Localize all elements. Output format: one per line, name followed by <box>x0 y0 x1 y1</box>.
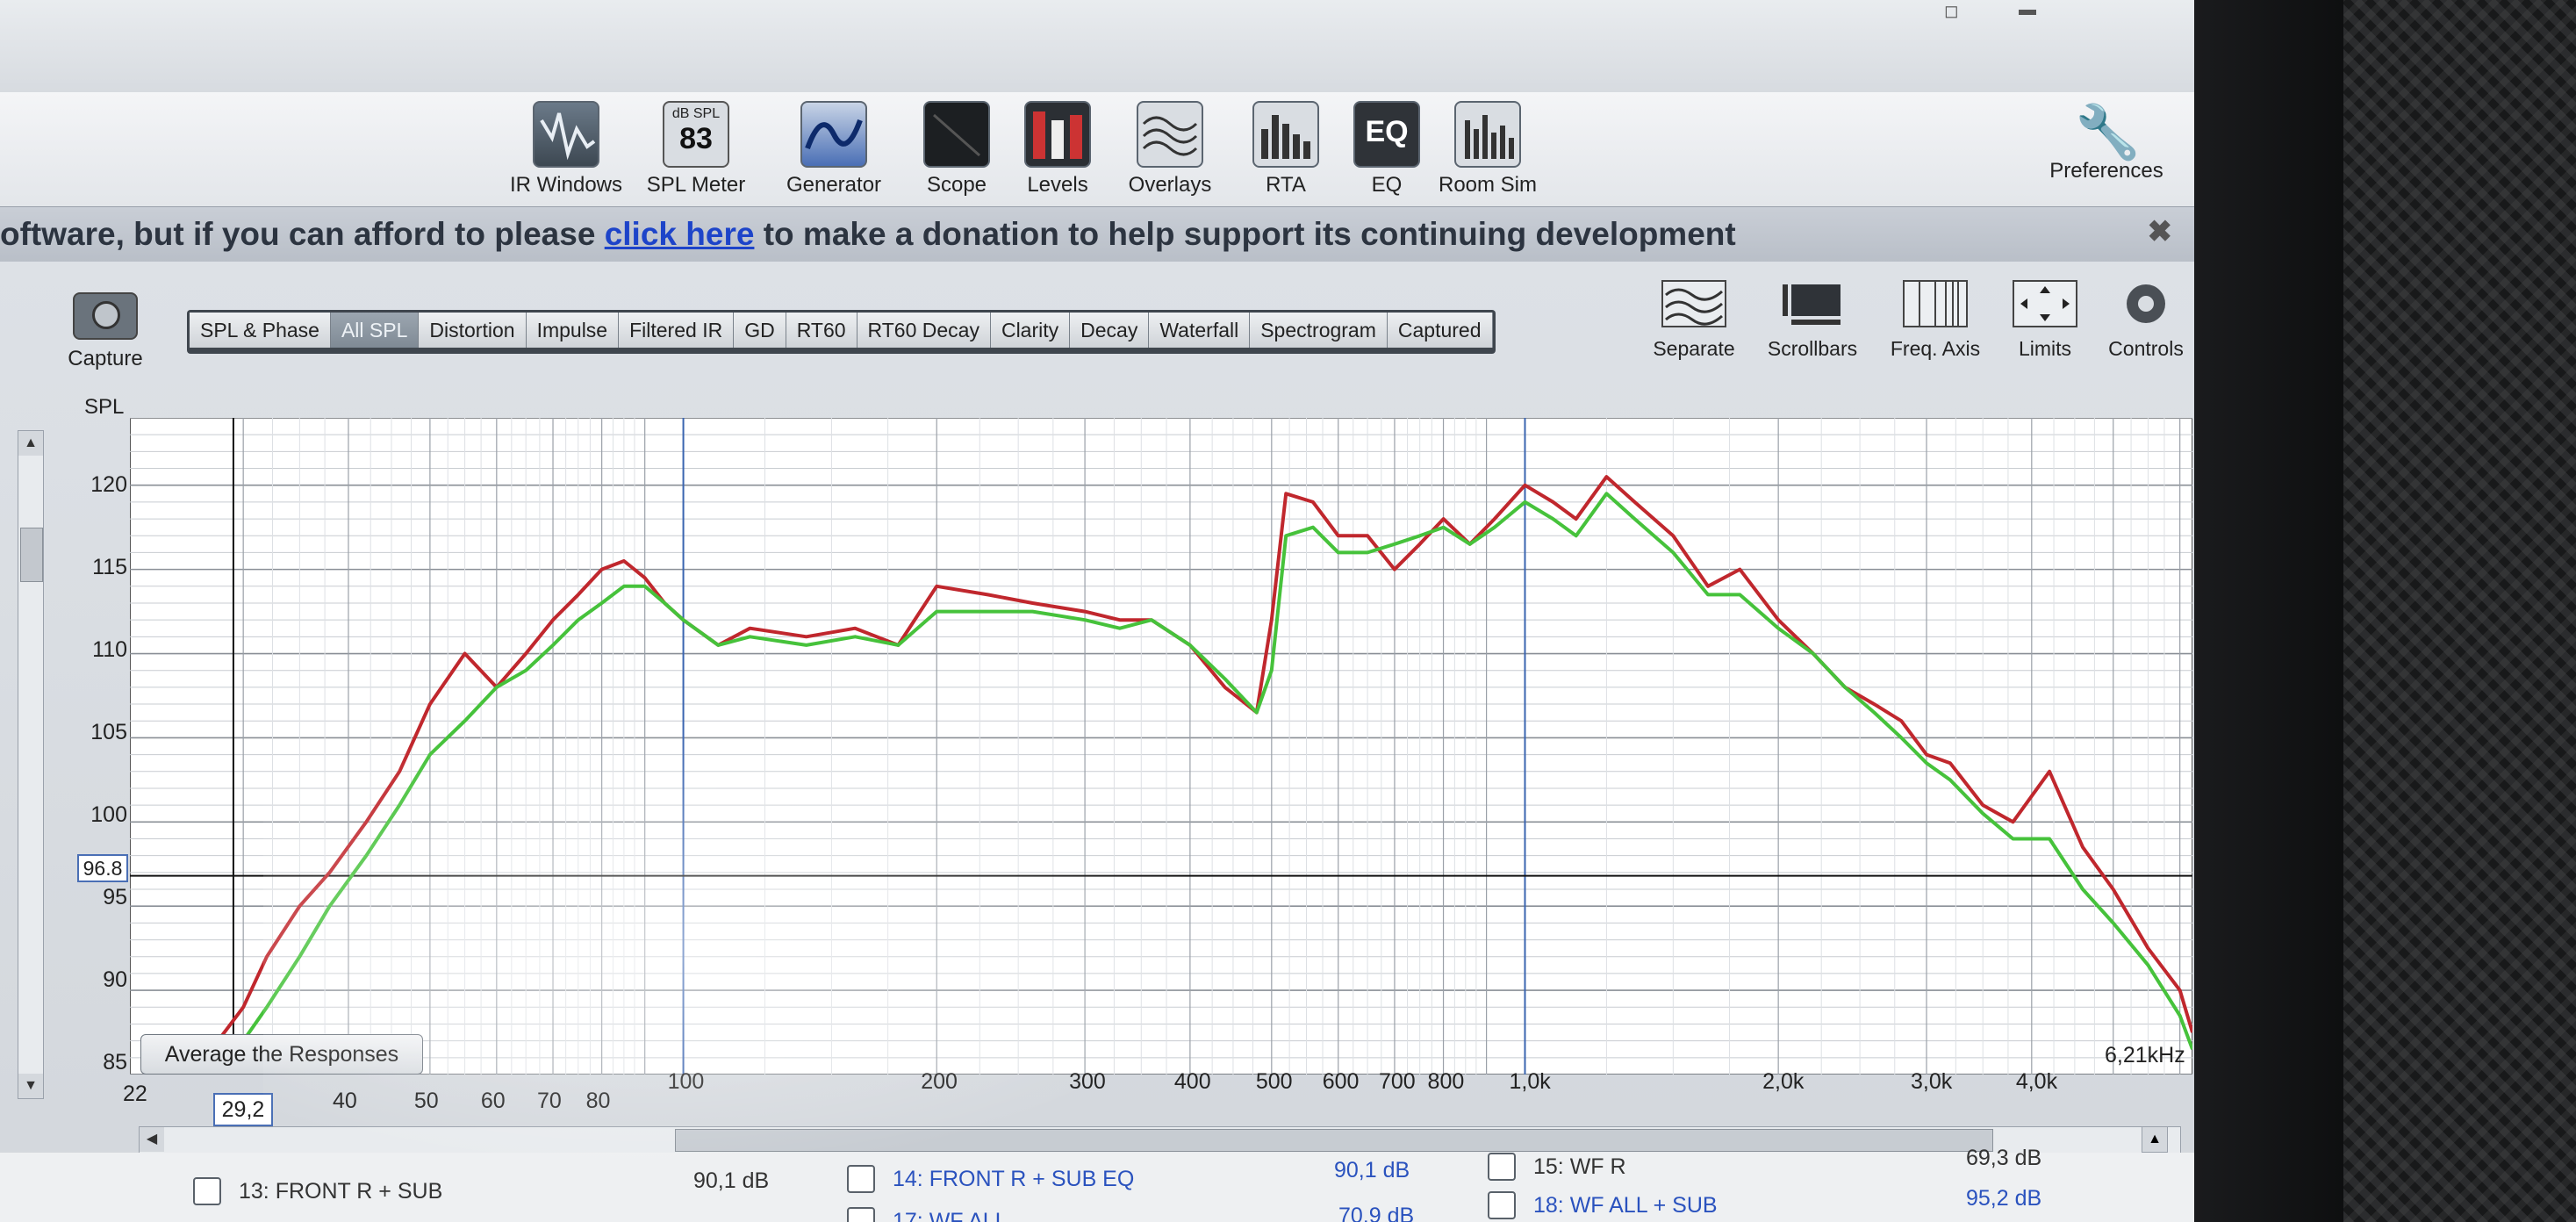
tab-decay[interactable]: Decay <box>1070 313 1150 348</box>
measurement-item[interactable]: 15: WF R <box>1488 1153 1626 1181</box>
y-tick-label: 90 <box>103 967 127 992</box>
scroll-down-icon[interactable]: ▼ <box>18 1074 43 1098</box>
measurement-checkbox[interactable] <box>1488 1153 1516 1181</box>
eq-icon: EQ <box>1353 101 1420 168</box>
levels-icon <box>1024 101 1091 168</box>
y-tick-label: 95 <box>103 885 127 909</box>
measurement-level: 90,1 dB <box>1334 1158 1410 1182</box>
freq-axis-icon <box>1902 279 1969 328</box>
close-icon[interactable]: ◻ <box>1944 0 1959 21</box>
measurement-level: 69,3 dB <box>1966 1146 2042 1170</box>
measurement-checkbox[interactable] <box>193 1177 221 1205</box>
measurement-level: 70,9 dB <box>1338 1204 1415 1222</box>
measurement-item[interactable]: 18: WF ALL + SUB <box>1488 1191 1718 1219</box>
tab-distortion[interactable]: Distortion <box>419 313 527 348</box>
measurement-checkbox[interactable] <box>847 1207 875 1222</box>
scrollbars-icon <box>1779 279 1846 328</box>
measurement-item[interactable]: 14: FRONT R + SUB EQ <box>847 1165 1134 1193</box>
ir-windows-button[interactable]: IR Windows <box>509 101 623 198</box>
x-cursor-value: 29,2 <box>213 1093 273 1126</box>
y-tick-label: 105 <box>90 720 127 744</box>
horizontal-scrollbar[interactable]: ◀ <box>139 1126 2181 1154</box>
measurement-level: 90,1 dB <box>693 1168 770 1193</box>
y-tick-label: 115 <box>92 555 127 579</box>
tab-spectrogram[interactable]: Spectrogram <box>1250 313 1388 348</box>
donation-link[interactable]: click here <box>605 216 755 252</box>
y-tick-label: 100 <box>90 802 127 827</box>
tab-clarity[interactable]: Clarity <box>990 313 1071 348</box>
ir-windows-icon <box>533 101 599 168</box>
measurement-item[interactable]: 13: FRONT R + SUB <box>193 1177 442 1205</box>
monitor-bezel-right <box>2194 0 2343 1222</box>
measurements-list: 13: FRONT R + SUB 90,1 dB 14: FRONT R + … <box>0 1146 2194 1222</box>
donation-text: oftware, but if you can afford to please… <box>0 216 1736 252</box>
capture-button[interactable]: Capture <box>61 292 149 371</box>
levels-button[interactable]: Levels <box>1001 101 1115 198</box>
room-sim-button[interactable]: Room Sim <box>1431 101 1545 198</box>
eq-button[interactable]: EQ EQ <box>1330 101 1444 198</box>
scrollbars-button[interactable]: Scrollbars <box>1751 279 1874 361</box>
overlays-button[interactable]: Overlays <box>1113 101 1227 198</box>
tab-impulse[interactable]: Impulse <box>526 313 620 348</box>
scroll-up-icon[interactable]: ▲ <box>18 431 43 456</box>
spl-meter-button[interactable]: dB SPL 83 SPL Meter <box>639 101 753 198</box>
rta-button[interactable]: RTA <box>1229 101 1343 198</box>
fabric-background <box>2343 0 2576 1222</box>
graph-tabs: SPL & Phase All SPL Distortion Impulse F… <box>187 310 1496 354</box>
rta-icon <box>1252 101 1319 168</box>
controls-gear-icon <box>2113 279 2179 328</box>
vertical-scrollbar[interactable]: ▲ ▼ <box>18 430 44 1099</box>
generator-button[interactable]: Generator <box>777 101 891 198</box>
controls-button[interactable]: Controls <box>2084 279 2194 361</box>
main-toolbar: IR Windows dB SPL 83 SPL Meter Generator… <box>0 92 2194 207</box>
tab-captured[interactable]: Captured <box>1387 313 1493 348</box>
wrench-icon: 🔧 <box>2075 103 2141 162</box>
window-titlebar: ◻ ▬ <box>0 0 2194 92</box>
separate-button[interactable]: Separate <box>1632 279 1755 361</box>
horizontal-scroll-thumb[interactable] <box>675 1129 1993 1152</box>
y-tick-label: 85 <box>103 1050 127 1075</box>
scope-button[interactable]: Scope <box>900 101 1014 198</box>
spl-plot[interactable] <box>130 418 2192 1075</box>
measurement-checkbox[interactable] <box>1488 1191 1516 1219</box>
tab-rt60-decay[interactable]: RT60 Decay <box>857 313 991 348</box>
separate-icon <box>1661 279 1727 328</box>
average-responses-button[interactable]: Average the Responses <box>140 1034 423 1075</box>
generator-icon <box>800 101 867 168</box>
limits-icon <box>2012 279 2078 328</box>
tab-all-spl[interactable]: All SPL <box>330 313 420 348</box>
tab-waterfall[interactable]: Waterfall <box>1149 313 1251 348</box>
camera-icon <box>73 292 138 340</box>
y-tick-label: 110 <box>92 637 127 662</box>
close-icon[interactable]: ▬ <box>2019 0 2036 19</box>
y-axis-labels: 120 115 110 105 100 95 90 85 <box>44 430 127 1115</box>
measurement-level: 95,2 dB <box>1966 1186 2042 1211</box>
y-axis-title: SPL <box>84 395 125 419</box>
tab-filtered-ir[interactable]: Filtered IR <box>619 313 735 348</box>
measurement-checkbox[interactable] <box>847 1165 875 1193</box>
app-screen: ◻ ▬ IR Windows dB SPL 83 SPL Meter Gener… <box>0 0 2194 1222</box>
measurement-item[interactable]: 17: WF ALL <box>847 1207 1008 1222</box>
tab-gd[interactable]: GD <box>734 313 786 348</box>
room-sim-icon <box>1454 101 1521 168</box>
freq-axis-button[interactable]: Freq. Axis <box>1874 279 1997 361</box>
scroll-left-icon[interactable]: ◀ <box>140 1127 164 1152</box>
overlays-icon <box>1137 101 1203 168</box>
vertical-scroll-thumb[interactable] <box>20 528 43 582</box>
tab-rt60[interactable]: RT60 <box>786 313 857 348</box>
close-icon[interactable]: ✖ <box>2148 214 2173 249</box>
y-cursor-value: 96.8 <box>77 854 128 882</box>
scope-icon <box>923 101 990 168</box>
preferences-button[interactable]: 🔧 Preferences <box>2027 101 2185 183</box>
donation-banner: oftware, but if you can afford to please… <box>0 206 2194 262</box>
spl-meter-icon: dB SPL 83 <box>663 101 729 168</box>
tab-spl-phase[interactable]: SPL & Phase <box>190 313 331 348</box>
y-tick-label: 120 <box>90 472 127 497</box>
scroll-up-icon[interactable]: ▲ <box>2142 1126 2168 1153</box>
